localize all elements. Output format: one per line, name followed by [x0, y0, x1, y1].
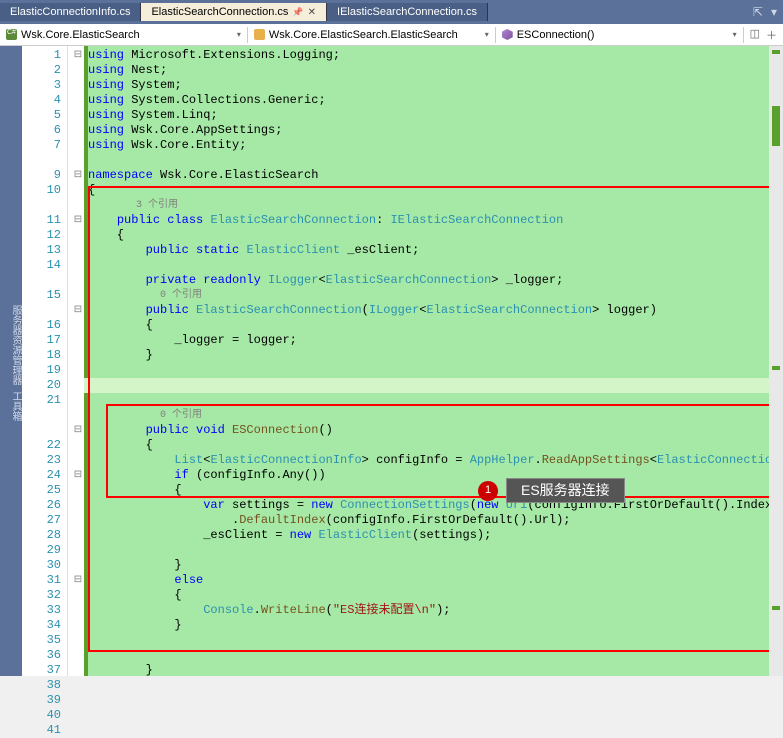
chevron-down-icon: ▾	[485, 30, 489, 39]
overview-ruler[interactable]	[769, 46, 783, 676]
editor-area: 服务器资源管理器 工具箱 123456791011121314151617181…	[0, 46, 783, 676]
tab-elasticconnectioninfo[interactable]: ElasticConnectionInfo.cs	[0, 3, 141, 21]
pin-icon[interactable]: 📌	[292, 7, 303, 18]
fold-gutter[interactable]: ⊟⊟⊟⊟⊟⊟⊟	[68, 46, 84, 676]
side-panel-tabs[interactable]: 服务器资源管理器 工具箱	[0, 46, 22, 676]
crumb-namespace[interactable]: Wsk.Core.ElasticSearch▾	[0, 27, 248, 43]
annotation-callout: 1 ES服务器连接	[478, 478, 625, 503]
code-editor[interactable]: using Microsoft.Extensions.Logging; usin…	[84, 46, 769, 676]
chevron-down-icon: ▾	[237, 30, 241, 39]
line-number-gutter: 1234567910111213141516171819202122232425…	[22, 46, 68, 676]
callout-label: ES服务器连接	[506, 478, 625, 503]
close-icon[interactable]: ✕	[308, 7, 316, 18]
callout-number: 1	[478, 481, 498, 501]
plus-icon[interactable]: ＋	[766, 27, 777, 43]
file-tabs-bar: ElasticConnectionInfo.cs ElasticSearchCo…	[0, 0, 783, 24]
crumb-class[interactable]: Wsk.Core.ElasticSearch.ElasticSearch▾	[248, 27, 496, 43]
tab-elasticsearchconnection[interactable]: ElasticSearchConnection.cs 📌 ✕	[141, 3, 327, 21]
method-icon	[502, 29, 513, 40]
tab-menu-icon[interactable]: ▾	[771, 5, 777, 20]
split-icon[interactable]: ◫	[750, 27, 760, 43]
navigation-bar: Wsk.Core.ElasticSearch▾ Wsk.Core.Elastic…	[0, 24, 783, 46]
tab-ielasticsearchconnection[interactable]: IElasticSearchConnection.cs	[327, 3, 488, 21]
crumb-member[interactable]: ESConnection()▾	[496, 27, 744, 43]
chevron-down-icon: ▾	[733, 30, 737, 39]
csharp-icon	[6, 29, 17, 40]
class-icon	[254, 29, 265, 40]
tab-overflow-icon[interactable]: ⇱	[753, 5, 763, 20]
